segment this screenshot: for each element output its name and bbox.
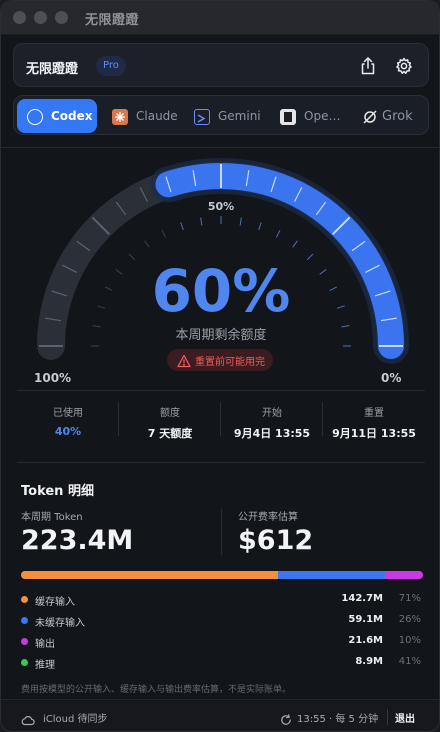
token-separator <box>221 509 222 555</box>
period-token-value: 223.4M <box>21 525 134 556</box>
gemini-icon <box>194 109 210 125</box>
pro-badge: Pro <box>96 56 126 76</box>
legend-name: 未缓存输入 <box>35 618 85 629</box>
tab-claude[interactable]: Claude <box>102 99 182 133</box>
legend-dot <box>21 638 28 645</box>
token-breakdown-bar <box>21 571 423 579</box>
bar-segment <box>278 571 385 579</box>
app-name: 无限蹬蹬 <box>26 62 79 77</box>
sync-status: iCloud 待同步 <box>43 714 108 725</box>
legend-name: 缓存输入 <box>35 597 75 608</box>
stat-used: 已使用 40% <box>17 404 119 438</box>
gauge-inner-tick <box>144 240 150 248</box>
minimize-window-button[interactable] <box>34 11 47 24</box>
legend-percent: 71% <box>398 593 421 604</box>
stat-label: 重置 <box>364 408 384 419</box>
bar-segment <box>384 571 423 579</box>
cost-estimate-value: $612 <box>238 525 314 556</box>
stat-value: 9月4日 13:55 <box>233 427 311 440</box>
legend-dot <box>21 596 28 603</box>
refresh-icon[interactable] <box>280 711 292 725</box>
gauge-mid-label: 50% <box>207 200 235 213</box>
window-title: 无限蹬蹬 <box>85 13 140 28</box>
tab-label: Gemini <box>218 109 261 123</box>
close-window-button[interactable] <box>13 11 26 24</box>
opencode-icon <box>280 109 296 125</box>
stats-divider-top <box>17 390 425 391</box>
token-section-title: Token 明细 <box>21 484 94 499</box>
legend-value: 59.1M <box>348 614 383 625</box>
status-separator <box>387 709 388 725</box>
tab-label: Codex <box>51 109 93 123</box>
legend-row-uncached-input: 未缓存输入 59.1M 26% <box>21 613 423 629</box>
gauge-inner-tick <box>292 240 298 248</box>
legend-row-cached-input: 缓存输入 142.7M 71% <box>21 592 423 608</box>
refresh-schedule: 13:55 · 每 5 分钟 <box>297 714 379 725</box>
gauge-right-label: 0% <box>381 371 402 385</box>
share-icon[interactable] <box>358 56 378 76</box>
warning-icon <box>177 353 191 368</box>
app-window: 无限蹬蹬 无限蹬蹬 Pro Codex Claude Gemini Ope… G… <box>0 0 440 732</box>
tab-label: Claude <box>136 109 178 123</box>
legend-value: 21.6M <box>348 635 383 646</box>
stat-label: 额度 <box>160 408 180 419</box>
cost-estimate-label: 公开费率估算 <box>238 512 298 523</box>
legend-dot <box>21 617 28 624</box>
title-bar: 无限蹬蹬 <box>1 1 439 35</box>
cloud-icon <box>21 711 35 726</box>
legend-name: 推理 <box>35 660 55 671</box>
remaining-percent: 60% <box>151 257 291 325</box>
tab-opencode[interactable]: Ope… <box>270 99 350 133</box>
legend-name: 输出 <box>35 639 55 650</box>
grok-icon <box>362 109 378 125</box>
remaining-caption: 本周期剩余额度 <box>175 328 267 343</box>
provider-tabs: Codex Claude Gemini Ope… Grok <box>13 95 429 135</box>
stat-value: 40% <box>54 425 82 438</box>
header-card: 无限蹬蹬 Pro <box>13 43 429 87</box>
tab-label: Grok <box>382 109 413 124</box>
tab-label: Ope… <box>304 109 341 123</box>
gauge-inner-tick <box>161 229 167 238</box>
legend-row-reasoning: 推理 8.9M 41% <box>21 655 423 671</box>
period-token-label: 本周期 Token <box>21 512 83 523</box>
gauge-inner-tick <box>239 217 242 226</box>
tab-codex[interactable]: Codex <box>17 99 97 133</box>
legend-value: 142.7M <box>341 593 383 604</box>
warning-badge: 重置前可能用完 <box>167 349 273 371</box>
legend-row-output: 输出 21.6M 10% <box>21 634 423 650</box>
section-divider <box>1 147 439 148</box>
cost-footnote: 费用按模型的公开输入、缓存输入与输出费率估算，不是实际账单。 <box>21 685 292 695</box>
stat-value: 7 天额度 <box>147 427 193 440</box>
gauge-inner-tick <box>275 229 281 238</box>
legend-percent: 26% <box>398 614 421 625</box>
openai-icon <box>27 109 43 125</box>
status-bar: iCloud 待同步 13:55 · 每 5 分钟 退出 <box>1 699 439 731</box>
stat-label: 开始 <box>262 408 282 419</box>
stat-reset: 重置 9月11日 13:55 <box>323 404 425 441</box>
tab-gemini[interactable]: Gemini <box>184 99 268 133</box>
stats-divider-bottom <box>17 462 425 463</box>
tab-grok[interactable]: Grok <box>352 99 428 133</box>
quit-button[interactable]: 退出 <box>395 710 415 725</box>
gauge-inner-tick <box>180 222 184 231</box>
gear-icon[interactable] <box>394 56 414 76</box>
stat-label: 已使用 <box>53 408 83 419</box>
legend-value: 8.9M <box>355 656 383 667</box>
stat-quota: 额度 7 天额度 <box>119 404 221 441</box>
claude-icon <box>112 109 128 125</box>
stat-start: 开始 9月4日 13:55 <box>221 404 323 441</box>
gauge-inner-tick <box>200 217 203 226</box>
warning-text: 重置前可能用完 <box>195 357 265 368</box>
gauge-left-label: 100% <box>34 371 72 385</box>
bar-segment <box>21 571 279 579</box>
stat-value: 9月11日 13:55 <box>332 427 416 440</box>
gauge-inner-tick <box>258 222 262 231</box>
legend-percent: 10% <box>398 635 421 646</box>
legend-percent: 41% <box>398 656 421 667</box>
zoom-window-button[interactable] <box>55 11 68 24</box>
legend-dot <box>21 659 28 666</box>
